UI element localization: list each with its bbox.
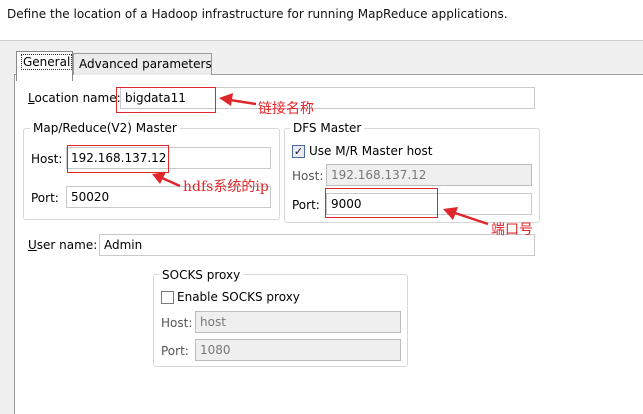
annotation-port-text: 端口号 [491,222,533,238]
annotation-location-text: 链接名称 [258,101,314,117]
tab-general-label: General [20,54,73,70]
annotation-arrows [152,93,489,226]
tab-general[interactable]: General [16,51,73,81]
annotation-host-text: hdfs系统的ip [183,179,269,195]
